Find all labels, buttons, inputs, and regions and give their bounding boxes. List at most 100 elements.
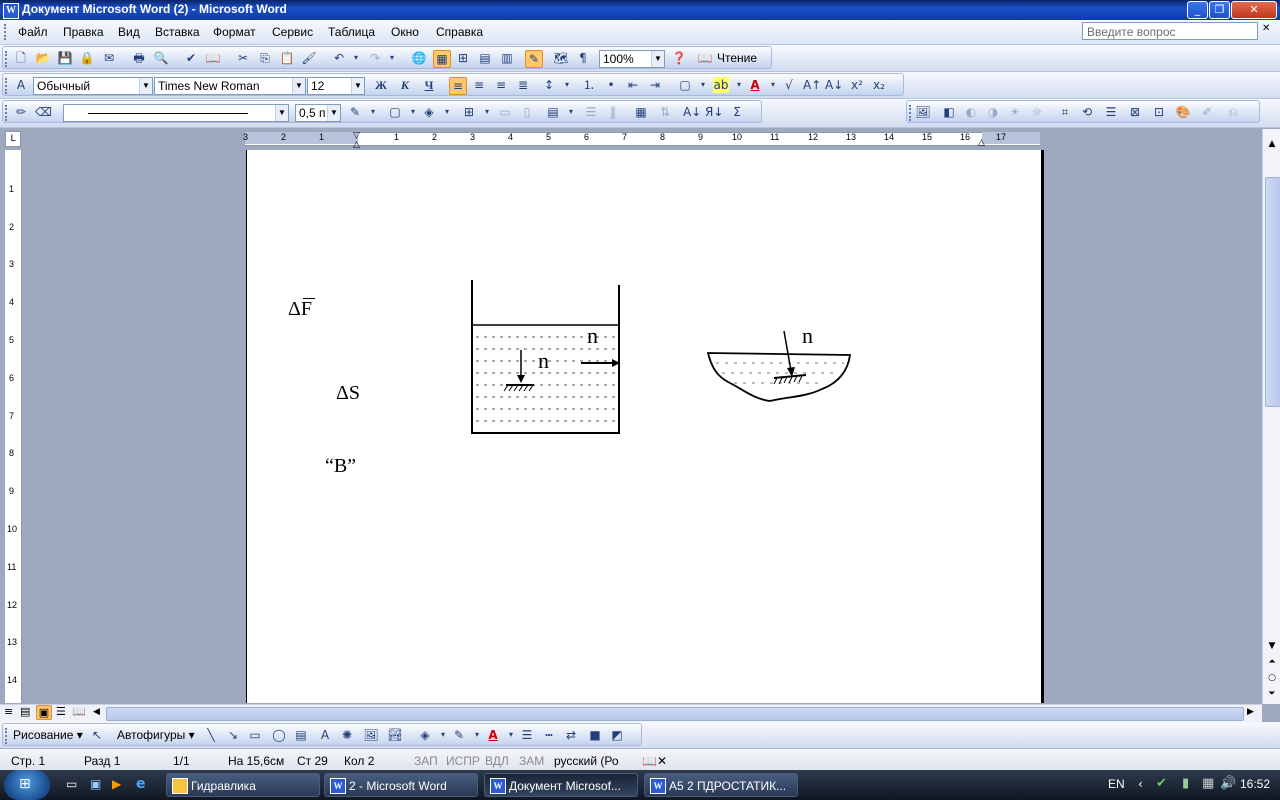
font-color-icon[interactable]: A <box>747 77 763 93</box>
rotate-icon[interactable]: ⟲ <box>1079 104 1095 120</box>
line-spacing-icon[interactable]: ↕ <box>541 77 557 93</box>
vertical-scrollbar[interactable]: ▲ ▼ ⏶ ○ ⏷ <box>1262 129 1280 704</box>
outside-border-dropdown-icon[interactable]: ▾ <box>405 104 421 120</box>
insert-table-icon[interactable]: ⊞ <box>455 50 471 66</box>
scroll-up-icon[interactable]: ▲ <box>1265 137 1279 151</box>
status-language[interactable]: русский (Ро <box>554 754 619 768</box>
set-transparent-icon[interactable]: ✐ <box>1199 104 1215 120</box>
horizontal-scroll-thumb[interactable] <box>106 707 1244 721</box>
scroll-down-icon[interactable]: ▼ <box>1265 639 1279 653</box>
shading-color-icon[interactable]: ◈ <box>421 104 437 120</box>
font-color-dropdown-icon[interactable]: ▾ <box>765 77 781 93</box>
taskbar-button-word-document[interactable]: W Документ Microsof... <box>484 773 638 797</box>
permission-icon[interactable]: 🔒 <box>79 50 95 66</box>
vertical-ruler[interactable]: 1 2 3 4 5 6 7 8 9 10 11 12 13 14 <box>5 150 22 703</box>
toolbar-grip[interactable] <box>5 105 10 121</box>
menu-insert[interactable]: Вставка <box>155 25 200 39</box>
clip-art-icon[interactable]: 🖼 <box>363 727 379 743</box>
volume-icon[interactable]: 🔊 <box>1220 776 1236 791</box>
save-icon[interactable]: 💾 <box>57 50 73 66</box>
battery-icon[interactable]: ▮ <box>1182 776 1189 791</box>
bold-button[interactable]: Ж <box>373 77 389 93</box>
arrow-tool-icon[interactable]: ↘ <box>225 727 241 743</box>
hyperlink-icon[interactable]: 🌐 <box>411 50 427 66</box>
show-hide-icon[interactable]: ¶ <box>575 50 591 66</box>
menu-table[interactable]: Таблица <box>328 25 375 39</box>
menu-file[interactable]: Файл <box>18 25 48 39</box>
line-color-dropdown-icon[interactable]: ▾ <box>469 727 485 743</box>
insert-picture-icon[interactable]: 🖼 <box>915 104 931 120</box>
distribute-rows-icon[interactable]: ☰ <box>583 104 599 120</box>
draw-table-icon[interactable]: ✏ <box>13 104 29 120</box>
copy-icon[interactable]: ⎘ <box>257 50 273 66</box>
superscript-icon[interactable]: x² <box>849 77 865 93</box>
menu-edit[interactable]: Правка <box>63 25 104 39</box>
align-left-icon[interactable]: ≡ <box>449 77 467 95</box>
taskbar-button-folder[interactable]: Гидравлика <box>166 773 320 797</box>
insert-table-dropdown-icon[interactable]: ▾ <box>479 104 495 120</box>
font-size-select[interactable]: 12 ▼ <box>307 77 365 95</box>
ask-question-input[interactable]: Введите вопрос <box>1082 22 1258 40</box>
scroll-thumb[interactable] <box>1265 177 1280 407</box>
line-weight-select[interactable]: 0,5 п ▼ <box>295 104 341 122</box>
fill-color-dropdown-icon[interactable]: ▾ <box>435 727 451 743</box>
columns-icon[interactable]: ▥ <box>499 50 515 66</box>
text-box-icon[interactable]: ▤ <box>293 727 309 743</box>
outside-border-icon[interactable]: ▢ <box>387 104 403 120</box>
less-brightness-icon[interactable]: ☼ <box>1029 104 1045 120</box>
line-tool-icon[interactable]: ╲ <box>203 727 219 743</box>
maximize-button[interactable]: ❐ <box>1209 1 1230 19</box>
previous-page-icon[interactable]: ⏶ <box>1265 655 1279 669</box>
switch-windows-icon[interactable]: ▣ <box>90 777 101 791</box>
borders-icon[interactable]: ▢ <box>677 77 693 93</box>
font-select[interactable]: Times New Roman ▼ <box>154 77 306 95</box>
arrow-style-icon[interactable]: ⇄ <box>563 727 579 743</box>
new-document-icon[interactable]: 🗋 <box>13 50 29 66</box>
spelling-status-icon[interactable]: 📖✕ <box>642 754 667 768</box>
media-player-icon[interactable]: ▶ <box>112 777 121 791</box>
toolbar-grip[interactable] <box>5 51 10 67</box>
compress-icon[interactable]: ⊠ <box>1127 104 1143 120</box>
right-indent-marker[interactable]: △ <box>978 138 985 148</box>
drawing-font-color-dropdown-icon[interactable]: ▾ <box>503 727 519 743</box>
select-objects-icon[interactable]: ↖ <box>89 727 105 743</box>
borders-dropdown-icon[interactable]: ▾ <box>695 77 711 93</box>
start-button[interactable]: ⊞ <box>4 770 50 800</box>
web-view-icon[interactable]: ▤ <box>20 705 30 718</box>
undo-dropdown-icon[interactable]: ▾ <box>348 50 364 66</box>
line-style-dropdown-icon[interactable]: ▼ <box>275 105 288 121</box>
taskbar-button-word-a5[interactable]: W А5 2 ПДРОСТАТИК... <box>644 773 798 797</box>
tab-selector-icon[interactable]: L <box>5 131 21 147</box>
fill-color-icon[interactable]: ◈ <box>417 727 433 743</box>
sort-descending-icon[interactable]: Я↓ <box>705 104 723 120</box>
picture-icon[interactable]: 🏞 <box>387 727 403 743</box>
diagram-icon[interactable]: ✺ <box>339 727 355 743</box>
format-painter-icon[interactable]: 🖌 <box>301 50 317 66</box>
drawing-font-color-icon[interactable]: A <box>485 727 501 743</box>
cut-icon[interactable]: ✂ <box>235 50 251 66</box>
help-icon[interactable]: ❓ <box>671 50 687 66</box>
next-page-icon[interactable]: ⏷ <box>1265 687 1279 701</box>
outline-view-icon[interactable]: ☰ <box>56 705 66 718</box>
crop-icon[interactable]: ⌗ <box>1057 104 1073 120</box>
reading-view-icon[interactable]: 📖 <box>72 705 86 718</box>
zoom-select[interactable]: 100% ▼ <box>599 50 665 68</box>
oval-tool-icon[interactable]: ◯ <box>271 727 287 743</box>
hanging-indent-marker[interactable]: △ <box>353 140 360 150</box>
decrease-indent-icon[interactable]: ⇤ <box>625 77 641 93</box>
spelling-icon[interactable]: ✔ <box>183 50 199 66</box>
more-contrast-icon[interactable]: ◐ <box>963 104 979 120</box>
color-icon[interactable]: ◧ <box>941 104 957 120</box>
scroll-left-icon[interactable]: ◀ <box>93 707 100 717</box>
styles-pane-icon[interactable]: A <box>13 77 29 93</box>
toolbar-grip[interactable] <box>5 728 10 744</box>
line-spacing-dropdown-icon[interactable]: ▾ <box>559 77 575 93</box>
align-cell-icon[interactable]: ▤ <box>545 104 561 120</box>
style-select[interactable]: Обычный ▼ <box>33 77 153 95</box>
merge-cells-icon[interactable]: ▭ <box>497 104 513 120</box>
minimize-button[interactable]: _ <box>1187 1 1208 19</box>
text-wrapping-icon[interactable]: ⊡ <box>1151 104 1167 120</box>
subscript-icon[interactable]: x₂ <box>871 77 887 93</box>
justify-icon[interactable]: ≣ <box>515 77 531 93</box>
shadow-style-icon[interactable]: ■ <box>587 727 603 743</box>
